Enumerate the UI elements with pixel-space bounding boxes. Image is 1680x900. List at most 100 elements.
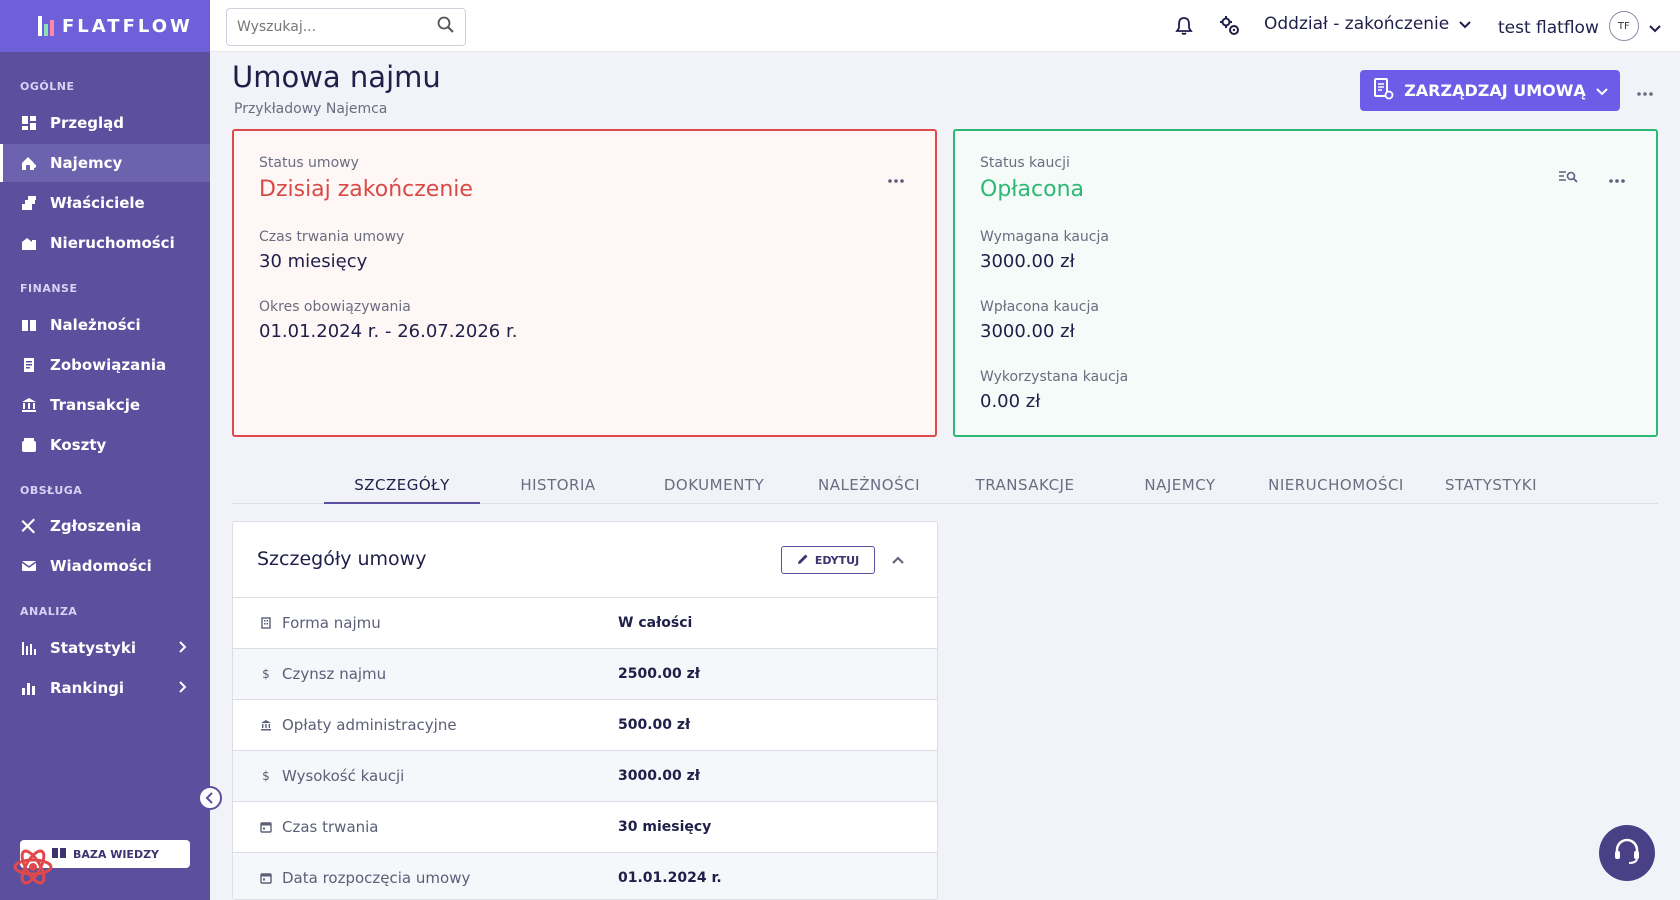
mail-icon	[20, 557, 38, 575]
avatar: TF	[1608, 11, 1639, 41]
topbar: Oddział - zakończenie test flatflow TF	[210, 0, 1680, 52]
brand-name: FLATFLOW	[62, 15, 193, 37]
tab-documents[interactable]: DOKUMENTY	[636, 470, 792, 504]
sidebar-item-label: Zgłoszenia	[50, 517, 142, 535]
more-options-icon[interactable]	[887, 169, 905, 188]
tab-transactions[interactable]: TRANSAKCJE	[947, 470, 1103, 504]
tab-history[interactable]: HISTORIA	[480, 470, 636, 504]
detail-row: Data rozpoczęcia umowy 01.01.2024 r.	[233, 853, 937, 899]
book-icon	[20, 316, 38, 334]
sidebar-item-tenants[interactable]: Najemcy	[0, 144, 210, 182]
tab-receivables[interactable]: NALEŻNOŚCI	[791, 470, 947, 504]
contract-duration-value: 30 miesięcy	[259, 251, 368, 272]
edit-label: EDYTUJ	[814, 553, 860, 567]
bell-icon[interactable]	[1172, 14, 1196, 38]
manage-contract-button[interactable]: ZARZĄDZAJ UMOWĄ	[1360, 70, 1620, 111]
bank-icon	[20, 396, 38, 414]
section-label-finance: FINANSE	[20, 282, 78, 295]
page-subtitle: Przykładowy Najemca	[234, 101, 388, 117]
user-name: test flatflow	[1498, 17, 1599, 38]
dashboard-icon	[20, 114, 38, 132]
section-label-general: OGÓLNE	[20, 80, 75, 93]
sidebar-item-rankings[interactable]: Rankingi	[0, 669, 210, 707]
more-options-icon[interactable]	[1608, 169, 1626, 188]
sidebar-item-label: Wiadomości	[50, 557, 152, 575]
contract-period-label: Okres obowiązywania	[259, 299, 411, 315]
calendar-icon	[259, 871, 273, 885]
detail-label: Opłaty administracyjne	[282, 716, 457, 734]
sidebar-item-statistics[interactable]: Statystyki	[0, 629, 210, 667]
contract-period-value: 01.01.2024 r. - 26.07.2026 r.	[259, 321, 518, 342]
chevron-down-icon	[1459, 14, 1471, 34]
sidebar-item-label: Statystyki	[50, 639, 137, 657]
sidebar-item-owners[interactable]: Właściciele	[0, 184, 210, 222]
edit-button[interactable]: EDYTUJ	[781, 546, 875, 574]
used-deposit-label: Wykorzystana kaucja	[980, 369, 1129, 385]
detail-label: Wysokość kaucji	[282, 767, 405, 785]
section-label-service: OBSŁUGA	[20, 484, 83, 497]
branch-selector[interactable]: Oddział - zakończenie	[1264, 14, 1471, 34]
ranking-chart-icon	[20, 679, 38, 697]
tab-tenants[interactable]: NAJEMCY	[1102, 470, 1258, 504]
detail-value: W całości	[618, 615, 693, 631]
home-person-icon	[20, 154, 38, 172]
tab-details[interactable]: SZCZEGÓŁY	[324, 470, 480, 504]
detail-row: Opłaty administracyjne 500.00 zł	[233, 700, 937, 751]
dollar-icon: $	[262, 667, 270, 681]
sidebar-item-properties[interactable]: Nieruchomości	[0, 224, 210, 262]
sidebar-item-transactions[interactable]: Transakcje	[0, 386, 210, 424]
deposit-status-value: Opłacona	[980, 177, 1084, 202]
sidebar-item-costs[interactable]: Koszty	[0, 426, 210, 464]
sidebar-item-label: Rankingi	[50, 679, 125, 697]
user-menu[interactable]: test flatflow TF	[1498, 11, 1661, 41]
sidebar-item-reports[interactable]: Zgłoszenia	[0, 507, 210, 545]
page-title: Umowa najmu	[232, 60, 441, 94]
sidebar-item-messages[interactable]: Wiadomości	[0, 547, 210, 585]
detail-value: 2500.00 zł	[618, 666, 700, 682]
detail-value: 01.01.2024 r.	[618, 870, 722, 886]
detail-row: Forma najmu W całości	[233, 598, 937, 649]
more-options-icon[interactable]	[1636, 82, 1654, 101]
list-search-icon[interactable]	[1558, 169, 1578, 188]
tab-statistics[interactable]: STATYSTYKI	[1413, 470, 1569, 504]
flatflow-logo-icon	[38, 16, 54, 36]
tools-icon	[20, 517, 38, 535]
sidebar-item-label: Właściciele	[50, 194, 145, 212]
tab-bar: SZCZEGÓŁY HISTORIA DOKUMENTY NALEŻNOŚCI …	[232, 470, 1658, 504]
tab-properties[interactable]: NIERUCHOMOŚCI	[1258, 470, 1414, 504]
contract-settings-icon	[1372, 77, 1394, 105]
details-header: Szczegóły umowy EDYTUJ	[233, 522, 937, 598]
deposit-status-card: Status kaucji Opłacona Wymagana kaucja 3…	[953, 129, 1658, 437]
stacked-buildings-icon	[20, 194, 38, 212]
contract-details-panel: Szczegóły umowy EDYTUJ Forma najmu W cał…	[232, 521, 938, 900]
chevron-left-icon	[205, 789, 215, 808]
sidebar-item-liabilities[interactable]: Zobowiązania	[0, 346, 210, 384]
used-deposit-value: 0.00 zł	[980, 391, 1041, 412]
sidebar-item-receivables[interactable]: Należności	[0, 306, 210, 344]
detail-row: $ Wysokość kaucji 3000.00 zł	[233, 751, 937, 802]
sidebar-item-overview[interactable]: Przegląd	[0, 104, 210, 142]
support-chat-button[interactable]	[1599, 825, 1655, 881]
detail-label: Data rozpoczęcia umowy	[282, 869, 471, 887]
settings-gears-icon[interactable]	[1218, 14, 1242, 38]
detail-value: 500.00 zł	[618, 717, 691, 733]
building-icon	[259, 616, 273, 630]
sidebar-item-label: Koszty	[50, 436, 107, 454]
detail-row: $ Czynsz najmu 2500.00 zł	[233, 649, 937, 700]
react-devtools-icon[interactable]	[12, 846, 54, 888]
brand-header[interactable]: FLATFLOW	[0, 0, 210, 52]
chevron-up-icon[interactable]	[891, 550, 905, 569]
manage-contract-label: ZARZĄDZAJ UMOWĄ	[1404, 81, 1586, 100]
detail-label: Czas trwania	[282, 818, 379, 836]
required-deposit-value: 3000.00 zł	[980, 251, 1075, 272]
chevron-right-icon	[178, 640, 188, 658]
contract-duration-label: Czas trwania umowy	[259, 229, 405, 245]
search-box[interactable]	[226, 8, 466, 46]
calendar-icon	[259, 820, 273, 834]
sidebar-collapse-button[interactable]	[198, 786, 222, 810]
search-input[interactable]	[237, 19, 437, 35]
sidebar-item-label: Zobowiązania	[50, 356, 167, 374]
search-icon[interactable]	[437, 16, 455, 38]
chevron-down-icon	[1596, 81, 1608, 100]
branch-name: Oddział - zakończenie	[1264, 14, 1450, 34]
